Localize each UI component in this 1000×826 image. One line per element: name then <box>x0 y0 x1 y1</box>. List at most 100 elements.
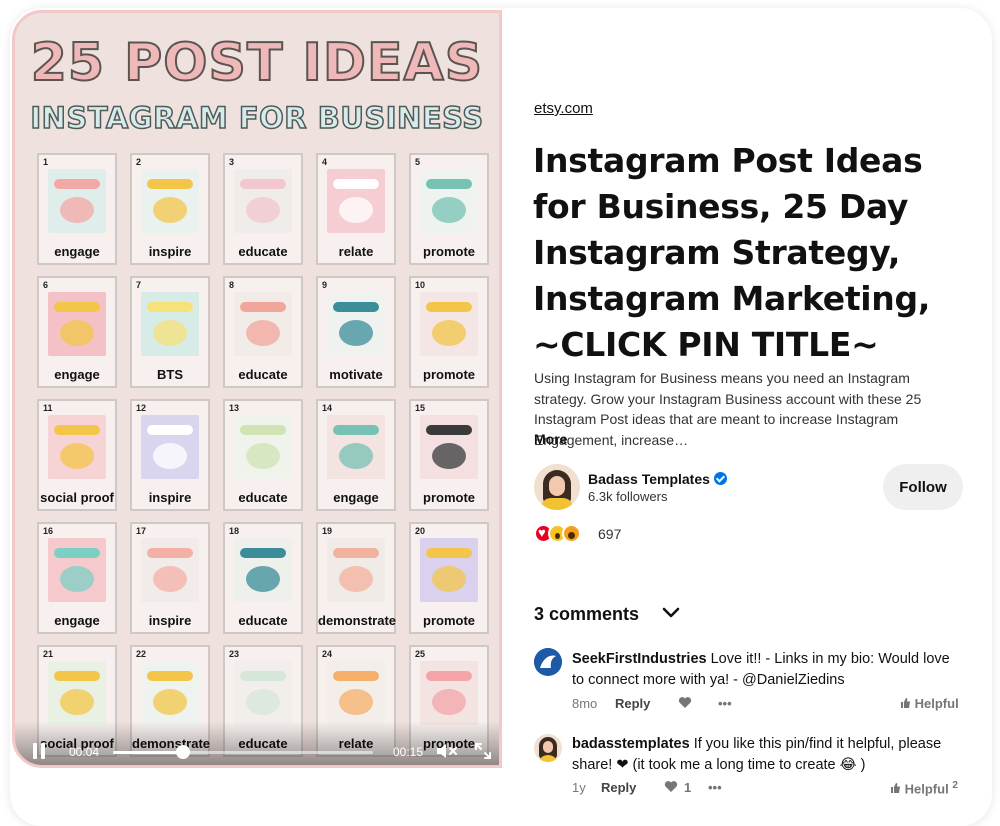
tile-shape <box>426 179 472 189</box>
tile-thumbnail <box>48 661 106 725</box>
helpful-button[interactable]: Helpful <box>900 696 959 711</box>
tile-thumbnail <box>234 538 292 602</box>
creator-avatar[interactable] <box>534 464 580 510</box>
tile-thumbnail <box>48 292 106 356</box>
tile-label: promote <box>423 613 475 628</box>
tile-shape <box>54 425 100 435</box>
helpful-label: Helpful <box>914 696 959 711</box>
tile-shape <box>333 671 379 681</box>
reply-button[interactable]: Reply <box>615 696 650 711</box>
tile-shape <box>432 320 466 346</box>
video-progress-bar[interactable] <box>113 745 373 759</box>
post-idea-tile: 9 motivate <box>316 276 396 388</box>
tile-number: 24 <box>322 649 333 659</box>
tile-number: 4 <box>322 157 328 167</box>
tile-thumbnail <box>327 292 385 356</box>
pin-video[interactable]: 25 POST IDEAS INSTAGRAM FOR BUSINESS 1 en… <box>12 10 502 768</box>
post-idea-tile: 11 social proof <box>37 399 117 511</box>
creator-name[interactable]: Badass Templates <box>588 471 710 487</box>
tile-thumbnail <box>234 661 292 725</box>
tile-shape <box>432 443 466 469</box>
tile-shape <box>339 566 373 592</box>
tile-number: 19 <box>322 526 333 536</box>
tile-shape <box>246 197 280 223</box>
post-idea-tile: 2 inspire <box>130 153 210 265</box>
more-options-icon[interactable]: ••• <box>708 780 722 795</box>
pause-icon[interactable] <box>33 743 47 759</box>
chevron-down-icon[interactable] <box>662 606 680 618</box>
tile-shape <box>147 548 193 558</box>
tile-shape <box>339 320 373 346</box>
tile-label: engage <box>54 613 100 628</box>
tile-shape <box>147 302 193 312</box>
tile-label: social proof <box>40 490 114 505</box>
tile-shape <box>147 425 193 435</box>
helpful-button[interactable]: Helpful 2 <box>890 780 958 796</box>
tile-number: 12 <box>136 403 147 413</box>
post-idea-tile: 17 inspire <box>130 522 210 634</box>
tile-number: 20 <box>415 526 426 536</box>
tile-shape <box>60 689 94 715</box>
tile-thumbnail <box>420 169 478 233</box>
tile-shape <box>54 302 100 312</box>
tile-number: 16 <box>43 526 54 536</box>
tile-shape <box>153 689 187 715</box>
tile-thumbnail <box>141 538 199 602</box>
tile-thumbnail <box>234 415 292 479</box>
tile-thumbnail <box>234 169 292 233</box>
tile-thumbnail <box>420 661 478 725</box>
reply-button[interactable]: Reply <box>601 780 636 795</box>
tile-label: educate <box>238 367 288 382</box>
reaction-count: 697 <box>598 526 622 542</box>
expand-icon[interactable] <box>473 741 493 761</box>
tile-shape <box>339 443 373 469</box>
video-scrubber-handle[interactable] <box>176 745 191 759</box>
tile-label: inspire <box>148 244 192 259</box>
haha-reaction-icon <box>562 524 581 543</box>
like-count: 1 <box>684 780 692 795</box>
creator-name-row[interactable]: Badass Templates <box>588 471 727 487</box>
tile-number: 5 <box>415 157 421 167</box>
tile-thumbnail <box>420 415 478 479</box>
verified-icon <box>713 472 727 485</box>
tile-label: motivate <box>329 367 383 382</box>
tile-shape <box>153 443 187 469</box>
commenter-avatar[interactable] <box>534 734 562 762</box>
tile-thumbnail <box>327 538 385 602</box>
heart-icon[interactable] <box>664 780 678 796</box>
tile-shape <box>432 197 466 223</box>
post-idea-tile: 20 promote <box>409 522 489 634</box>
tile-number: 17 <box>136 526 147 536</box>
tile-number: 11 <box>43 403 53 413</box>
more-options-icon[interactable]: ••• <box>718 696 732 711</box>
tile-number: 1 <box>43 157 49 167</box>
post-idea-tile: 7 BTS <box>130 276 210 388</box>
comment-age: 8mo <box>572 696 598 711</box>
comment-username[interactable]: SeekFirstIndustries <box>572 651 707 667</box>
mute-icon[interactable] <box>435 741 459 761</box>
source-link[interactable]: etsy.com <box>534 100 593 117</box>
tile-shape <box>240 425 286 435</box>
tile-number: 18 <box>229 526 240 536</box>
commenter-avatar[interactable] <box>534 648 562 676</box>
tile-number: 13 <box>229 403 240 413</box>
more-link[interactable]: More <box>534 431 567 447</box>
tile-number: 15 <box>415 403 426 413</box>
tile-shape <box>333 302 379 312</box>
follow-button[interactable]: Follow <box>883 464 963 510</box>
heart-icon[interactable] <box>678 696 692 712</box>
tile-shape <box>153 320 187 346</box>
tile-shape <box>54 179 100 189</box>
helpful-count: 2 <box>952 780 958 791</box>
post-ideas-grid: 1 engage 2 inspire 3 educate 4 relate 5 promote 6 e… <box>37 153 489 757</box>
comments-header[interactable]: 3 comments <box>534 604 639 625</box>
tile-number: 10 <box>415 280 426 290</box>
tile-thumbnail <box>327 661 385 725</box>
tile-shape <box>147 671 193 681</box>
tile-shape <box>333 179 379 189</box>
tile-number: 7 <box>136 280 142 290</box>
tile-thumbnail <box>420 292 478 356</box>
pin-title: Instagram Post Ideas for Business, 25 Da… <box>533 141 931 364</box>
tile-number: 9 <box>322 280 328 290</box>
comment-username[interactable]: badasstemplates <box>572 736 690 752</box>
